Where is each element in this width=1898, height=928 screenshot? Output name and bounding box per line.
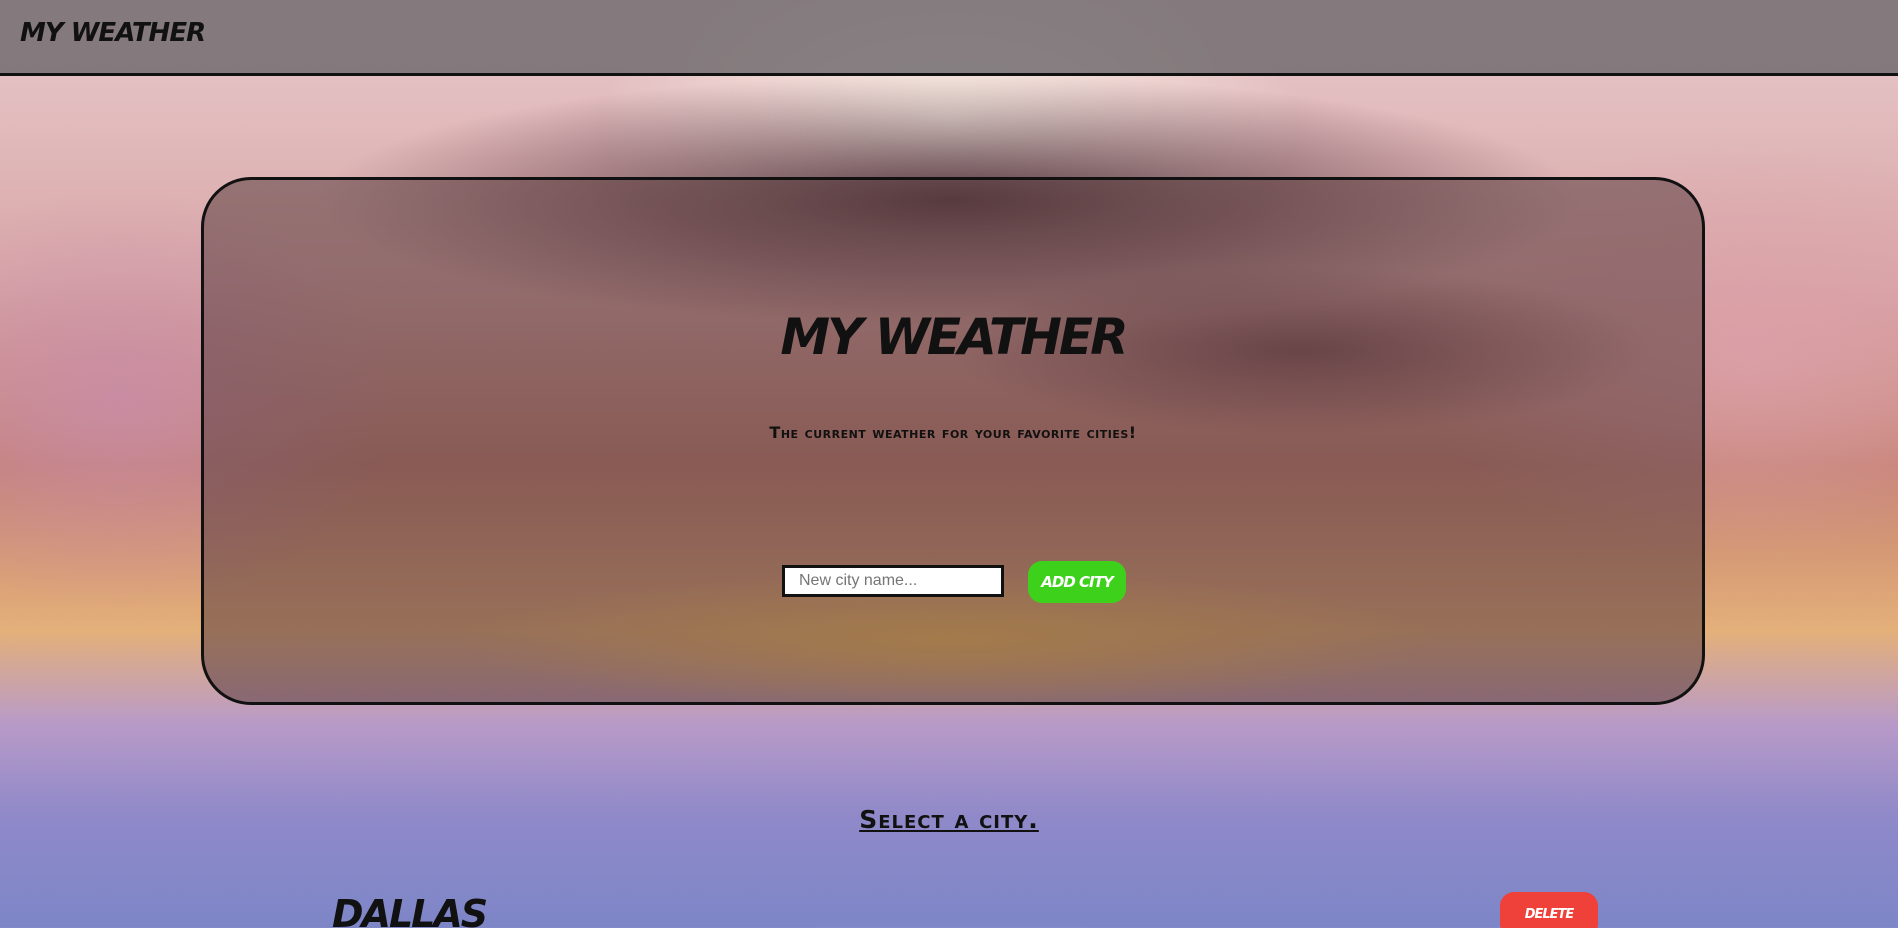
new-city-input[interactable] <box>782 565 1004 597</box>
city-card[interactable]: Dallas Delete <box>0 880 1898 928</box>
hero-panel: My Weather The current weather for your … <box>201 177 1705 705</box>
page-title: My Weather <box>780 308 1128 366</box>
add-city-button[interactable]: Add City <box>1028 561 1126 603</box>
page-subtitle: The current weather for your favorite ci… <box>769 423 1137 442</box>
select-city-heading: Select a city. <box>859 805 1039 834</box>
navbar: My Weather <box>0 0 1898 76</box>
brand-link[interactable]: My Weather <box>20 18 206 48</box>
delete-city-button[interactable]: Delete <box>1500 892 1598 928</box>
city-name[interactable]: Dallas <box>332 892 488 928</box>
